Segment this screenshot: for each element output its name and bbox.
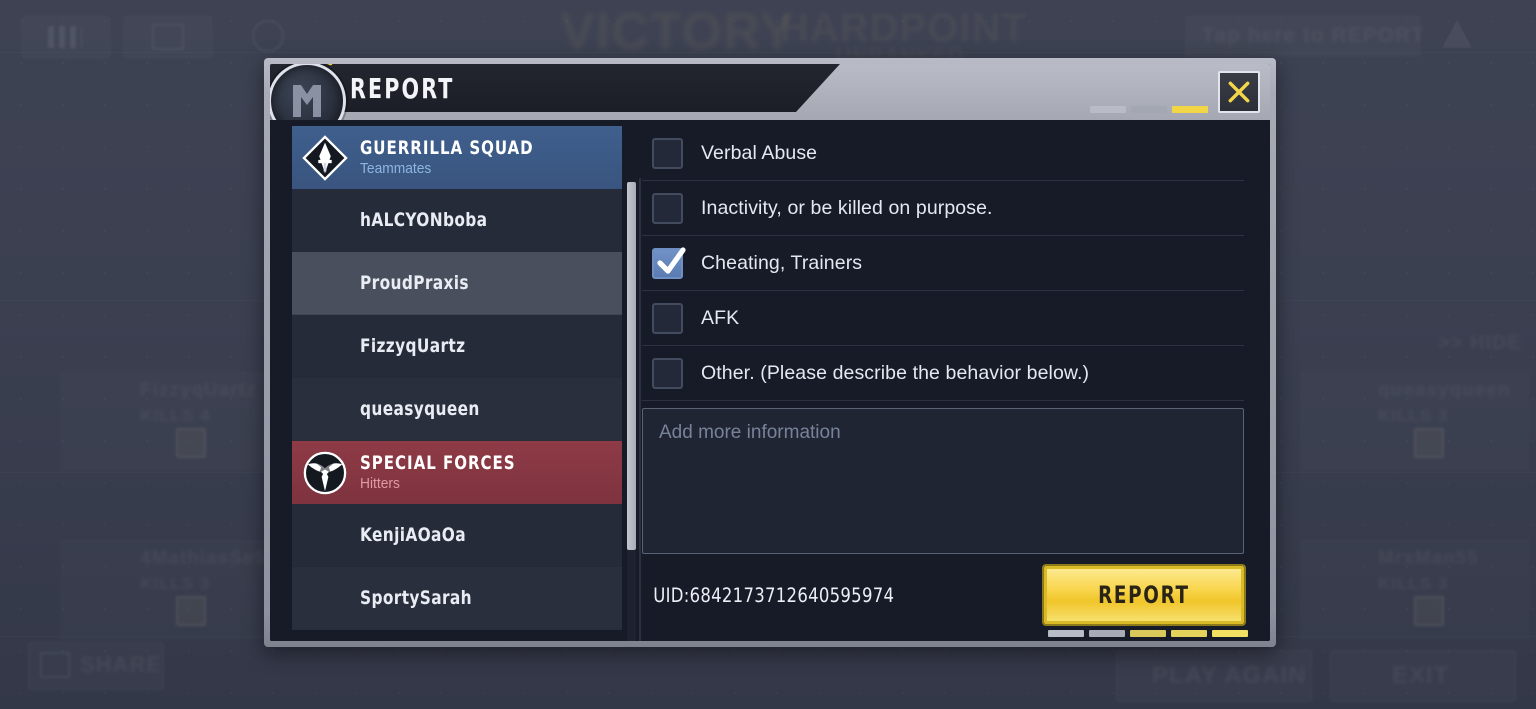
- player-list-scroll[interactable]: GUERRILLA SQUAD Teammates hALCYONboba Pr…: [292, 126, 622, 639]
- decor-dash: [1131, 106, 1167, 113]
- decor-dash: [1171, 630, 1207, 637]
- checkbox-other[interactable]: [652, 357, 683, 389]
- close-icon: [1228, 81, 1250, 103]
- reason-label: Verbal Abuse: [701, 141, 818, 164]
- guerrilla-knife-emblem-icon: [302, 134, 348, 181]
- player-name: SportySarah: [360, 587, 472, 609]
- submit-report-label: REPORT: [1098, 581, 1190, 609]
- player-row-halcyonboba[interactable]: hALCYONboba: [292, 189, 622, 252]
- reason-label: Inactivity, or be killed on purpose.: [701, 196, 993, 219]
- decor-dash: [1048, 630, 1084, 637]
- dialog-titlebar: REPORT: [270, 64, 1270, 140]
- checkbox-inactivity[interactable]: [652, 192, 683, 224]
- close-button[interactable]: [1218, 71, 1260, 113]
- additional-info-placeholder: Add more information: [659, 422, 841, 443]
- uid-text: UID:6842173712640595974: [653, 583, 895, 607]
- checkbox-cheating[interactable]: [652, 246, 686, 279]
- reason-label: AFK: [701, 306, 740, 329]
- decor-dash: [1212, 630, 1248, 637]
- report-dialog: REPORT GUERRILLA SQUAD Teammates hALCYON…: [264, 58, 1276, 647]
- reason-row-other[interactable]: Other. (Please describe the behavior bel…: [642, 346, 1244, 401]
- player-row-sportysarah[interactable]: SportySarah: [292, 567, 622, 630]
- player-name: KenjiAOaOa: [360, 524, 466, 546]
- player-row-fizzyquartz[interactable]: FizzyqUartz: [292, 315, 622, 378]
- squad-emblem-glyph: [293, 85, 321, 117]
- team-header-special-forces: SPECIAL FORCES Hitters: [292, 441, 622, 504]
- team-header-guerrilla-squad: GUERRILLA SQUAD Teammates: [292, 126, 622, 189]
- reason-row-afk[interactable]: AFK: [642, 291, 1244, 346]
- report-form-panel: Verbal Abuse Inactivity, or be killed on…: [622, 120, 1270, 641]
- dialog-body: GUERRILLA SQUAD Teammates hALCYONboba Pr…: [270, 120, 1270, 641]
- player-name: queasyqueen: [360, 398, 480, 420]
- checkbox-verbal-abuse[interactable]: [652, 137, 683, 169]
- submit-report-button[interactable]: REPORT: [1044, 566, 1244, 624]
- check-icon: [657, 246, 686, 274]
- player-row-queasyqueen[interactable]: queasyqueen: [292, 378, 622, 441]
- additional-info-textarea[interactable]: Add more information: [642, 408, 1244, 554]
- team-name: SPECIAL FORCES: [360, 451, 516, 474]
- reason-label: Cheating, Trainers: [701, 251, 863, 274]
- decor-dash: [1172, 106, 1208, 113]
- player-row-proudpraxis[interactable]: ProudPraxis: [292, 252, 622, 315]
- special-forces-eagle-emblem-icon: [303, 451, 347, 494]
- footer-decor-dashes: [1048, 630, 1248, 637]
- player-list-panel: GUERRILLA SQUAD Teammates hALCYONboba Pr…: [270, 120, 641, 641]
- player-name: FizzyqUartz: [360, 335, 466, 357]
- decor-dash: [1130, 630, 1166, 637]
- reason-row-inactivity[interactable]: Inactivity, or be killed on purpose.: [642, 181, 1244, 236]
- checkbox-afk[interactable]: [652, 302, 683, 334]
- titlebar-decor-dashes: [1090, 106, 1208, 113]
- player-row-kenjiaoaoa[interactable]: KenjiAOaOa: [292, 504, 622, 567]
- reason-row-verbal-abuse[interactable]: Verbal Abuse: [642, 126, 1244, 181]
- page-title: REPORT: [350, 72, 455, 105]
- team-subtitle: Teammates: [360, 159, 432, 177]
- team-name: GUERRILLA SQUAD: [360, 136, 534, 159]
- decor-dash: [1089, 630, 1125, 637]
- dialog-footer: UID:6842173712640595974 REPORT: [642, 566, 1244, 624]
- player-name: ProudPraxis: [360, 272, 469, 294]
- decor-dash: [1090, 106, 1126, 113]
- reason-row-cheating[interactable]: Cheating, Trainers: [642, 236, 1244, 291]
- player-name: hALCYONboba: [360, 209, 488, 231]
- team-subtitle: Hitters: [360, 474, 400, 492]
- reason-label: Other. (Please describe the behavior bel…: [701, 361, 1090, 384]
